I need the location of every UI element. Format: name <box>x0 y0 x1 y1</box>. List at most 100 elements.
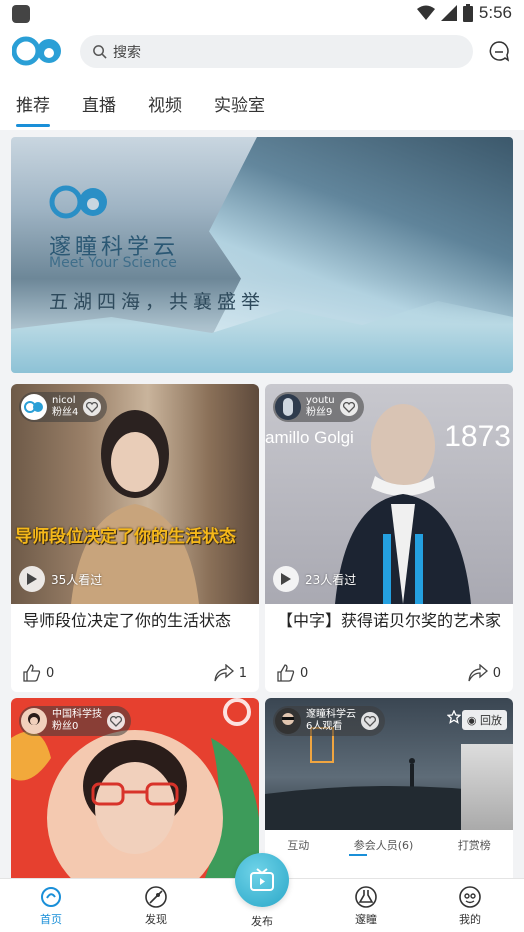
app-notification-icon <box>12 5 30 23</box>
nav-discover-label: 发现 <box>145 913 167 926</box>
video-card[interactable]: nicol 粉丝4 导师段位决定了你的生活状态 35人看过 导师段位决定了你的生… <box>11 384 259 692</box>
bottom-navigation: 首页 发现 发布 邃瞳 我的 <box>0 853 524 932</box>
play-icon[interactable] <box>273 566 299 592</box>
share-icon <box>214 664 234 682</box>
presenter-photo <box>461 744 513 830</box>
status-time: 5:56 <box>478 3 512 22</box>
share-count: 1 <box>238 665 247 681</box>
view-count: 23人看过 <box>273 566 356 592</box>
tab-recommend[interactable]: 推荐 <box>16 74 50 130</box>
card-actions: 0 1 <box>23 664 247 682</box>
uploader-chip[interactable]: 邃瞳科学云 6人观看 <box>273 706 385 736</box>
overlay-year: 1873 <box>444 420 511 453</box>
card-actions: 0 0 <box>277 664 501 682</box>
tab-live[interactable]: 直播 <box>82 74 116 130</box>
banner-logo-icon <box>49 185 107 219</box>
video-thumbnail[interactable]: amillo Golgi 1873 youtu 粉丝9 23人看过 <box>265 384 513 604</box>
follow-heart-icon[interactable] <box>107 712 125 730</box>
screen: 5:56 搜索 推荐 直播 视频 实验室 邃瞳科学云 Meet Your Sci… <box>0 0 524 932</box>
discover-icon <box>145 886 167 908</box>
video-thumbnail[interactable]: nicol 粉丝4 导师段位决定了你的生活状态 35人看过 <box>11 384 259 604</box>
nav-discover[interactable]: 发现 <box>126 885 186 927</box>
banner-brand-subtitle: Meet Your Science <box>49 255 177 271</box>
nav-home-label: 首页 <box>40 913 62 926</box>
play-icon[interactable] <box>19 566 45 592</box>
nav-profile-label: 我的 <box>459 913 481 926</box>
uploader-chip[interactable]: nicol 粉丝4 <box>19 392 108 422</box>
wifi-icon <box>416 5 435 20</box>
replay-label: 回放 <box>480 714 502 727</box>
avatar <box>21 708 47 734</box>
uploader-name: 邃瞳科学云 <box>306 709 356 720</box>
nav-publish-label: 发布 <box>251 915 273 928</box>
status-indicators: 5:56 <box>416 3 512 23</box>
follow-heart-icon[interactable] <box>339 398 358 416</box>
search-bar[interactable]: 搜索 <box>80 35 473 68</box>
share-button[interactable]: 0 <box>468 664 501 682</box>
uploader-fans: 粉丝0 <box>52 721 79 732</box>
status-bar: 5:56 <box>0 0 524 28</box>
like-button[interactable]: 0 <box>23 664 54 682</box>
uploader-fans: 粉丝4 <box>52 407 79 418</box>
message-icon[interactable] <box>488 40 510 62</box>
nav-profile[interactable]: 我的 <box>440 885 500 927</box>
follow-heart-icon[interactable] <box>83 398 102 416</box>
live-tab-rewards[interactable]: 打赏榜 <box>458 837 491 853</box>
overlay-name: amillo Golgi <box>265 428 354 447</box>
view-count-text: 35人看过 <box>51 572 103 587</box>
app-header: 搜索 <box>0 28 524 74</box>
live-thumbnail[interactable]: ◉ 回放 邃瞳科学云 6人观看 <box>265 698 513 830</box>
uploader-chip[interactable]: youtu 粉丝9 <box>273 392 364 422</box>
live-tab-interact[interactable]: 互动 <box>287 837 309 853</box>
uploader-name: 中国科学技 <box>52 709 102 720</box>
nav-suitong-label: 邃瞳 <box>355 913 377 926</box>
share-count: 0 <box>492 665 501 681</box>
home-icon <box>41 887 61 907</box>
nav-home[interactable]: 首页 <box>21 885 81 927</box>
live-tab-indicator <box>349 854 367 856</box>
tab-lab[interactable]: 实验室 <box>214 74 265 130</box>
live-tabs: 互动 参会人员(6) 打赏榜 <box>265 830 513 860</box>
like-count: 0 <box>46 665 55 681</box>
flask-icon <box>355 886 377 908</box>
avatar <box>275 394 301 420</box>
uploader-name: youtu <box>306 395 335 406</box>
publish-button[interactable] <box>235 853 289 907</box>
thumbs-up-icon <box>277 664 295 682</box>
video-title[interactable]: 【中字】获得诺贝尔奖的艺术家 <box>277 610 505 632</box>
video-title[interactable]: 导师段位决定了你的生活状态 <box>23 610 251 632</box>
nav-suitong[interactable]: 邃瞳 <box>336 885 396 927</box>
search-icon <box>93 45 107 59</box>
banner-slogan: 五湖四海，共襄盛举 <box>49 291 266 313</box>
share-button[interactable]: 1 <box>214 664 247 682</box>
app-logo-icon[interactable] <box>12 34 64 68</box>
view-count: 35人看过 <box>19 566 102 592</box>
like-count: 0 <box>300 665 309 681</box>
profile-icon <box>459 886 481 908</box>
search-placeholder: 搜索 <box>113 44 141 61</box>
uploader-name: nicol <box>52 395 76 406</box>
video-card[interactable]: amillo Golgi 1873 youtu 粉丝9 23人看过 【中字】获得… <box>265 384 513 692</box>
share-icon <box>468 664 488 682</box>
live-card[interactable]: ◉ 回放 邃瞳科学云 6人观看 互动 参会人员(6) 打赏榜 <box>265 698 513 888</box>
replay-badge[interactable]: ◉ 回放 <box>461 710 507 730</box>
thumbs-up-icon <box>23 664 41 682</box>
viewer-count: 6人观看 <box>306 721 343 732</box>
signal-icon <box>440 5 457 21</box>
follow-heart-icon[interactable] <box>361 712 379 730</box>
star-icon[interactable] <box>447 710 461 724</box>
like-button[interactable]: 0 <box>277 664 308 682</box>
avatar <box>275 708 301 734</box>
live-tab-attendees[interactable]: 参会人员(6) <box>354 837 414 853</box>
video-overlay-caption: 导师段位决定了你的生活状态 <box>15 527 236 547</box>
video-card[interactable]: 中国科学技 粉丝0 <box>11 698 259 888</box>
view-count-text: 23人看过 <box>305 572 357 587</box>
avatar <box>21 394 47 420</box>
uploader-chip[interactable]: 中国科学技 粉丝0 <box>19 706 131 736</box>
replay-dot-icon: ◉ <box>466 714 477 727</box>
promo-banner[interactable]: 邃瞳科学云 Meet Your Science 五湖四海，共襄盛举 <box>11 137 513 373</box>
tv-icon <box>250 868 274 891</box>
tab-video[interactable]: 视频 <box>148 74 182 130</box>
battery-icon <box>462 4 473 22</box>
category-tabs: 推荐 直播 视频 实验室 <box>0 74 524 130</box>
